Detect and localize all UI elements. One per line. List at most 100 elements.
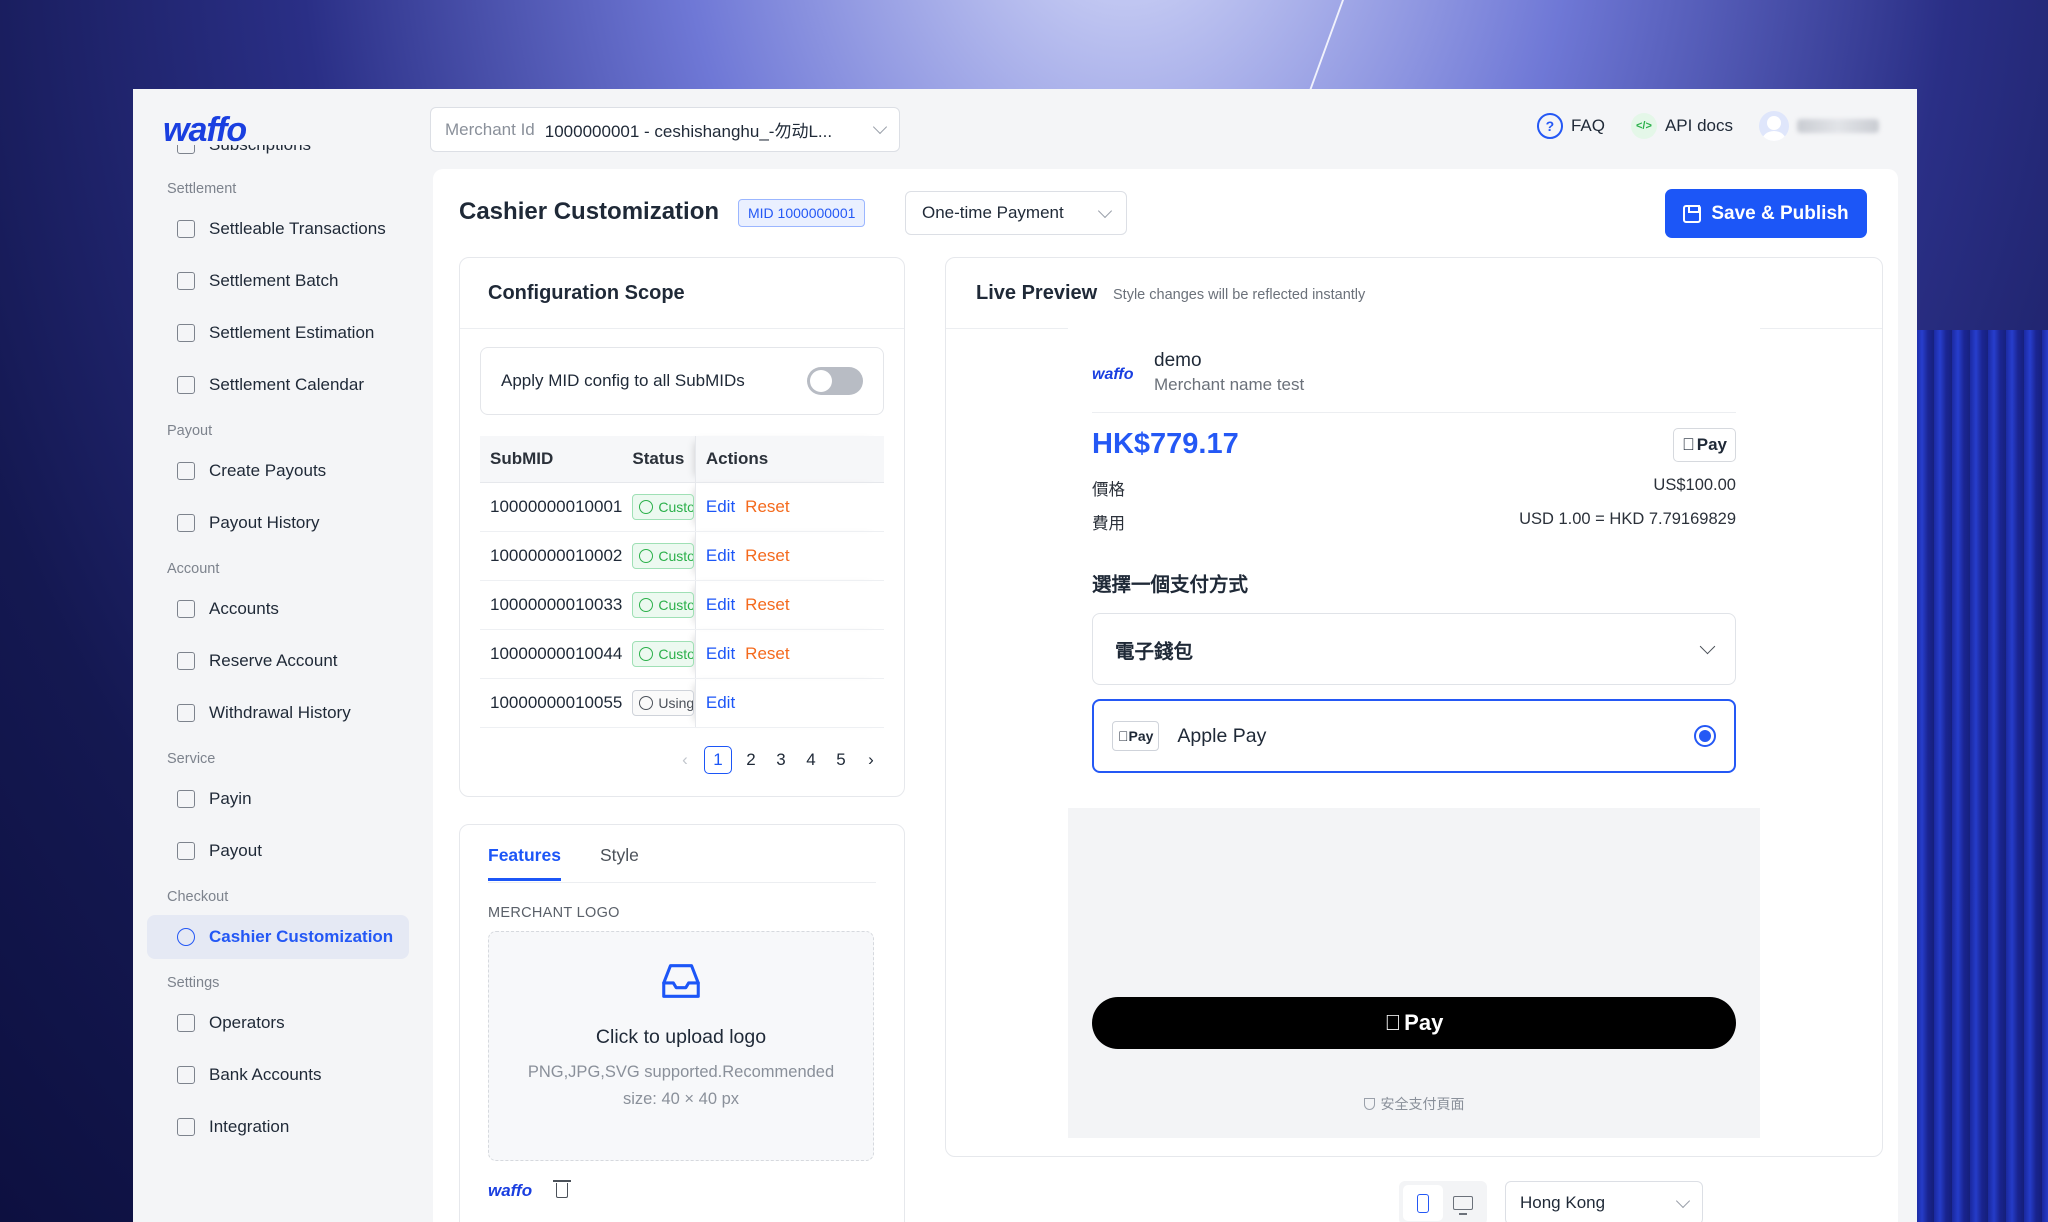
- table-row: 10000000010033 Customized Edit Reset: [480, 580, 884, 630]
- page-2-button[interactable]: 2: [740, 750, 762, 770]
- chevron-down-icon: [872, 119, 888, 135]
- payin-icon: [177, 790, 195, 808]
- check-circle-icon: [639, 499, 654, 514]
- reset-link[interactable]: Reset: [745, 497, 789, 516]
- sidebar-item-label: Reserve Account: [209, 651, 338, 670]
- sidebar-item-payout[interactable]: Payout: [147, 829, 409, 873]
- app-window: waffo Merchant Id 1000000001 - ceshishan…: [133, 89, 1917, 1222]
- check-circle-icon: [639, 597, 654, 612]
- chevron-right-icon[interactable]: ›: [860, 750, 882, 770]
- page-1-button[interactable]: 1: [704, 746, 732, 774]
- check-circle-icon: [639, 548, 654, 563]
- actions-cell: Edit Reset: [694, 531, 884, 581]
- api-docs-link[interactable]: </> API docs: [1630, 113, 1733, 139]
- status-cell: Customized: [622, 580, 696, 630]
- edit-link[interactable]: Edit: [706, 497, 735, 516]
- tab-features[interactable]: Features: [488, 845, 561, 881]
- sidebar-section-settlement: Settlement: [167, 181, 237, 197]
- edit-link[interactable]: Edit: [706, 644, 735, 663]
- save-icon: [1683, 204, 1702, 223]
- device-toggle: [1399, 1181, 1487, 1222]
- apple-pay-logo: Pay: [1112, 721, 1160, 751]
- shield-check-icon: [1363, 1098, 1375, 1110]
- sidebar-item-label: Payout History: [209, 513, 320, 532]
- e-wallet-dropdown[interactable]: 電子錢包: [1092, 613, 1736, 685]
- current-logo: waffo: [488, 1181, 533, 1200]
- sidebar-item-accounts[interactable]: Accounts: [147, 587, 409, 631]
- actions-cell: Edit Reset: [694, 482, 884, 532]
- apple-pay-button-label: Pay: [1395, 1010, 1443, 1035]
- sidebar-item-cashier-customization[interactable]: Cashier Customization: [147, 915, 409, 959]
- sidebar-item-subscriptions[interactable]: Subscriptions: [147, 145, 409, 167]
- checkout-preview: waffo demo Merchant name test HK$779.17 …: [1068, 328, 1760, 1138]
- apple-pay-radio[interactable]: [1694, 725, 1716, 747]
- trash-icon[interactable]: [553, 1180, 571, 1198]
- payment-method-section: 選擇一個支付方式 電子錢包 Pay Apple Pay: [1068, 558, 1760, 808]
- apply-all-toggle[interactable]: [807, 367, 863, 395]
- user-menu[interactable]: [1759, 111, 1879, 141]
- mid-badge: MID 1000000001: [738, 199, 866, 227]
- status-text: Customized: [658, 498, 695, 515]
- sidebar-item-payout-history[interactable]: Payout History: [147, 501, 409, 545]
- page-5-button[interactable]: 5: [830, 750, 852, 770]
- logo-upload-dropzone[interactable]: Click to upload logo PNG,JPG,SVG support…: [488, 931, 874, 1161]
- sidebar-section-service: Service: [167, 751, 216, 767]
- reset-link[interactable]: Reset: [745, 546, 789, 565]
- reset-link[interactable]: Reset: [745, 595, 789, 614]
- faq-link[interactable]: ? FAQ: [1536, 113, 1605, 139]
- divider: [460, 328, 904, 329]
- submid-table: SubMID Status Actions 10000000010001 Cust…: [480, 436, 884, 728]
- price-value: US$100.00: [1653, 476, 1736, 494]
- sidebar-item-bank-accounts[interactable]: Bank Accounts: [147, 1053, 409, 1097]
- accounts-icon: [177, 600, 195, 618]
- page-3-button[interactable]: 3: [770, 750, 792, 770]
- table-row: 10000000010002 Customized Edit Reset: [480, 531, 884, 581]
- apple-icon: : [1682, 435, 1695, 455]
- upload-hint: PNG,JPG,SVG supported.Recommended size: …: [527, 1063, 835, 1108]
- page-4-button[interactable]: 4: [800, 750, 822, 770]
- bookmark-icon: [177, 145, 195, 154]
- apple-pay-button[interactable]:  Pay: [1092, 997, 1736, 1049]
- sidebar-item-withdrawal-history[interactable]: Withdrawal History: [147, 691, 409, 735]
- submid-cell: 10000000010033: [480, 580, 623, 630]
- fee-row: 費用 USD 1.00 = HKD 7.79169829: [1092, 510, 1736, 534]
- status-cell: Customized: [622, 629, 696, 679]
- column-header-submid: SubMID: [480, 436, 623, 483]
- sidebar-item-payin[interactable]: Payin: [147, 777, 409, 821]
- merchant-id-select[interactable]: Merchant Id 1000000001 - ceshishanghu_-勿…: [430, 107, 900, 152]
- sidebar-item-settlement-calendar[interactable]: Settlement Calendar: [147, 363, 409, 407]
- sidebar-item-settlement-batch[interactable]: Settlement Batch: [147, 259, 409, 303]
- sidebar-item-integration[interactable]: Integration: [147, 1105, 409, 1149]
- apple-pay-option[interactable]: Pay Apple Pay: [1092, 699, 1736, 773]
- save-publish-button[interactable]: Save & Publish: [1665, 189, 1867, 238]
- edit-link[interactable]: Edit: [706, 693, 735, 712]
- chevron-left-icon[interactable]: ‹: [674, 750, 696, 770]
- sidebar-item-settlement-estimation[interactable]: Settlement Estimation: [147, 311, 409, 355]
- tabs-divider: [488, 882, 876, 883]
- desktop-view-button[interactable]: [1443, 1185, 1483, 1221]
- status-badge: Using MID: [632, 689, 695, 716]
- sidebar-item-label: Withdrawal History: [209, 703, 351, 722]
- apple-pay-label: Apple Pay: [1166, 724, 1266, 747]
- status-cell: Customized: [622, 482, 696, 532]
- sidebar-item-create-payouts[interactable]: Create Payouts: [147, 449, 409, 493]
- bank-accounts-icon: [177, 1066, 195, 1084]
- sidebar-item-settleable-transactions[interactable]: Settleable Transactions: [147, 207, 409, 251]
- background-light-streak: [1307, 0, 1344, 95]
- submid-cell: 10000000010002: [480, 531, 623, 581]
- region-select[interactable]: Hong Kong: [1505, 1181, 1703, 1222]
- actions-cell: Edit Reset: [694, 629, 884, 679]
- status-badge: Customized: [632, 493, 695, 520]
- edit-link[interactable]: Edit: [706, 595, 735, 614]
- sidebar-item-operators[interactable]: Operators: [147, 1001, 409, 1045]
- reset-link[interactable]: Reset: [745, 644, 789, 663]
- payment-type-select[interactable]: One-time Payment: [905, 191, 1127, 235]
- submid-cell: 10000000010001: [480, 482, 623, 532]
- edit-link[interactable]: Edit: [706, 546, 735, 565]
- sidebar-item-label: Bank Accounts: [209, 1065, 322, 1084]
- mobile-view-button[interactable]: [1403, 1185, 1443, 1221]
- sidebar-item-reserve-account[interactable]: Reserve Account: [147, 639, 409, 683]
- tab-style[interactable]: Style: [600, 845, 639, 881]
- create-payouts-icon: [177, 462, 195, 480]
- status-text: Customized: [658, 596, 695, 613]
